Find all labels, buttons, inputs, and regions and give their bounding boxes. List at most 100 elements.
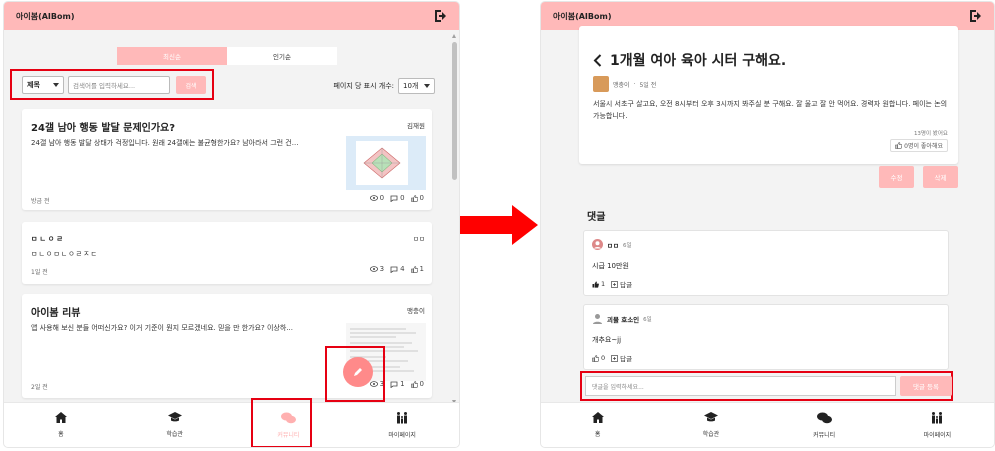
nav-label: 학습관 — [702, 431, 720, 438]
back-arrow-icon[interactable] — [593, 53, 602, 67]
search-input[interactable]: 검색어를 입력하세요... — [68, 76, 170, 94]
comment-text: 개추요~jj — [592, 336, 622, 344]
app-title: 아이봄(AIBom) — [553, 11, 612, 21]
post-detail-card: 1개월 여아 육아 시터 구해요. 맹충이 · 5일 전 서울시 서초구 살고요… — [579, 26, 958, 164]
bottom-nav: 홈 학습관 커뮤니티 마이페이지 — [541, 402, 994, 447]
home-icon — [54, 412, 67, 423]
comment-input[interactable]: 댓글을 입력하세요... — [585, 376, 896, 396]
comment-icon — [390, 381, 398, 388]
per-page-value: 10개 — [403, 82, 419, 90]
nav-mypage[interactable]: 마이페이지 — [881, 403, 994, 447]
reply-icon — [611, 354, 618, 362]
nav-learning[interactable]: 학습관 — [654, 403, 767, 447]
reply-button[interactable]: 답글 — [611, 353, 632, 363]
comment-item: 괴물 호소인 6일 개추요~jj 0 답글 — [583, 304, 949, 370]
home-icon — [591, 412, 604, 423]
like-button[interactable]: 0명이 좋아해요 — [890, 139, 948, 152]
tab-latest[interactable]: 최신순 — [117, 47, 227, 65]
search-field-value: 제목 — [27, 81, 40, 89]
bottom-nav: 홈 학습관 커뮤니티 마이페이지 — [4, 402, 459, 447]
like-count: 0 — [419, 194, 424, 202]
comment-actions: 0 답글 — [592, 353, 632, 363]
nav-label: 마이페이지 — [923, 431, 952, 439]
community-list-screen: 아이봄(AIBom) 최신순 인기순 제목 검색어를 입력하세요... 검색 페… — [4, 2, 459, 447]
nav-home[interactable]: 홈 — [4, 403, 118, 447]
comment-like-button[interactable]: 1 — [592, 280, 605, 288]
sort-tabs: 최신순 인기순 — [117, 47, 337, 65]
comment-count: 0 — [400, 194, 405, 202]
post-body: 서울시 서초구 살고요, 오전 8시부터 오후 3시까지 봐주실 분 구해요. … — [593, 100, 948, 120]
logout-icon[interactable] — [433, 8, 449, 24]
delete-button[interactable]: 삭제 — [923, 166, 958, 188]
avatar — [593, 76, 609, 92]
thumbs-up-icon — [895, 142, 903, 149]
reply-label: 답글 — [620, 281, 633, 289]
thumbs-up-icon — [592, 281, 599, 288]
comment-author: ㅁㅁ — [607, 241, 619, 250]
post-stats: 0 0 0 — [369, 194, 424, 202]
comments-title: 댓글 — [587, 212, 606, 223]
comment-item: ㅁㅁ 6일 시급 10만원 1 답글 — [583, 230, 949, 296]
reply-button[interactable]: 답글 — [611, 279, 632, 289]
comment-count: 1 — [400, 380, 405, 388]
post-author: 김재원 — [407, 122, 425, 130]
comment-like-count: 1 — [601, 280, 606, 288]
comment-date: 6일 — [643, 316, 652, 323]
post-title: ㅁㄴㅇㄹ — [31, 235, 65, 243]
post-excerpt: ㅁㄴㅇㅁㄴㅇㄹㅈㄷ — [31, 250, 98, 258]
post-author: 맹충이 — [613, 81, 630, 89]
post-time: 1일 전 — [31, 269, 48, 276]
view-count: 3 — [379, 265, 385, 273]
view-count-text: 13명이 봤어요 — [913, 131, 948, 137]
nav-mypage[interactable]: 마이페이지 — [345, 403, 459, 447]
post-author: ㅁㅁ — [413, 235, 425, 243]
scrollbar[interactable] — [452, 34, 457, 404]
write-post-button[interactable] — [343, 357, 373, 387]
nav-label: 학습관 — [166, 431, 183, 438]
thumbs-up-icon — [410, 265, 418, 273]
nav-community[interactable]: 커뮤니티 — [768, 403, 881, 447]
scroll-thumb[interactable] — [452, 42, 457, 180]
graduation-cap-icon — [703, 412, 718, 422]
like-count: 1 — [419, 265, 424, 273]
like-count: 0 — [419, 380, 424, 388]
eye-icon — [369, 266, 378, 272]
post-title-text: 1개월 여아 육아 시터 구해요. — [610, 53, 787, 69]
post-card[interactable]: 24갤 남아 행동 발달 문제인가요? 김재원 24갤 남아 행동 발달 상태가… — [22, 109, 432, 210]
post-title: 1개월 여아 육아 시터 구해요. — [593, 50, 786, 70]
reply-label: 답글 — [620, 355, 633, 363]
search-field-select[interactable]: 제목 — [22, 76, 64, 94]
comment-count: 4 — [400, 265, 405, 273]
comment-text: 시급 10만원 — [592, 262, 629, 270]
family-icon — [397, 411, 408, 423]
post-card[interactable]: ㅁㄴㅇㄹ ㅁㅁ ㅁㄴㅇㅁㄴㅇㄹㅈㄷ 1일 전 3 4 1 — [22, 222, 432, 284]
comment-like-button[interactable]: 0 — [592, 354, 605, 362]
avatar — [592, 239, 603, 250]
post-detail-screen: 아이봄(AIBom) 1개월 여아 육아 시터 구해요. 맹충이 · 5일 전 … — [541, 2, 994, 447]
comment-author: 괴물 호소인 — [607, 315, 640, 324]
edit-button[interactable]: 수정 — [879, 166, 914, 188]
view-count: 0 — [379, 194, 385, 202]
comment-actions: 1 답글 — [592, 279, 632, 289]
chevron-down-icon — [53, 83, 59, 87]
comment-icon — [390, 195, 398, 202]
per-page-control: 페이지 당 표시 개수: 10개 — [333, 78, 435, 94]
per-page-select[interactable]: 10개 — [398, 78, 435, 94]
post-time: 방금 전 — [31, 198, 50, 205]
search-button[interactable]: 검색 — [176, 76, 206, 94]
comment-like-count: 0 — [601, 354, 606, 362]
scroll-up-icon[interactable] — [452, 34, 456, 38]
post-thumbnail — [346, 136, 426, 190]
comment-icon — [390, 266, 398, 273]
post-stats: 3 4 1 — [369, 265, 424, 273]
tab-popular[interactable]: 인기순 — [227, 47, 337, 65]
nav-label: 홈 — [594, 431, 601, 438]
thumbs-up-icon — [410, 380, 418, 388]
per-page-label: 페이지 당 표시 개수: — [333, 82, 394, 90]
graduation-cap-icon — [167, 412, 182, 422]
transition-arrow-icon — [460, 205, 538, 245]
nav-learning[interactable]: 학습관 — [118, 403, 232, 447]
comment-submit-button[interactable]: 댓글 등록 — [900, 376, 952, 396]
nav-home[interactable]: 홈 — [541, 403, 654, 447]
logout-icon[interactable] — [968, 8, 984, 24]
